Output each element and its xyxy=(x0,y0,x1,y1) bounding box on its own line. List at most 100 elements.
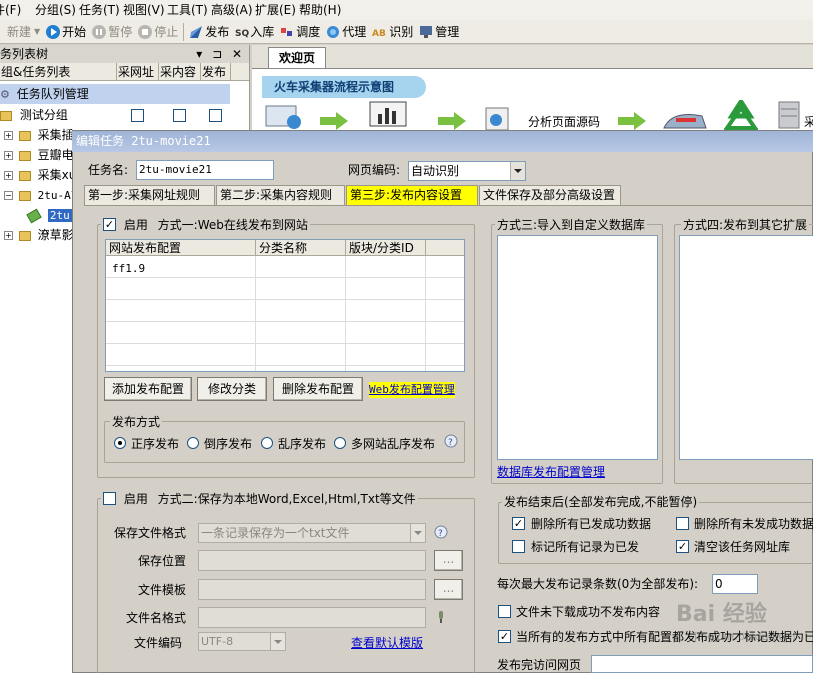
tree-root[interactable]: ⚙ 任务队列管理 xyxy=(0,84,230,104)
file-template-label: 文件模板 xyxy=(138,583,187,597)
chevron-down-icon[interactable] xyxy=(510,162,525,180)
method4-title: 方式四:发布到其它扩展 xyxy=(681,217,810,233)
col-collect-content[interactable]: 采内容 xyxy=(159,63,201,80)
recycle-icon xyxy=(723,97,759,130)
not-downloaded-checkbox[interactable] xyxy=(498,605,511,618)
menu-group[interactable]: 分组(S) xyxy=(34,0,78,20)
database-list[interactable] xyxy=(497,235,658,460)
tree-node[interactable]: + 豆瓣电 xyxy=(4,145,74,165)
tab-step-3[interactable]: 第三步:发布内容设置 xyxy=(346,185,478,205)
web-publish-grid[interactable]: 网站发布配置 分类名称 版块/分类ID ff1.9 xyxy=(105,239,465,372)
proxy-button[interactable]: 代理 xyxy=(323,21,369,43)
edit-category-button[interactable]: 修改分类 xyxy=(197,377,267,401)
radio-reverse[interactable] xyxy=(187,437,199,449)
pin-icon[interactable] xyxy=(436,609,446,625)
browse-location-button[interactable]: ... xyxy=(434,550,463,571)
tree-node[interactable]: + 采集xu xyxy=(4,165,76,185)
file-template-input[interactable] xyxy=(198,579,426,600)
col-checkbox-2[interactable] xyxy=(173,109,186,122)
filename-format-input[interactable] xyxy=(198,607,426,628)
chevron-down-icon: ▼ xyxy=(34,27,41,36)
delete-failed-label: 删除所有未发成功数据 xyxy=(694,517,813,531)
schedule-button[interactable]: 调度 xyxy=(277,21,323,43)
col-site-config[interactable]: 网站发布配置 xyxy=(106,240,256,255)
tree-node-label: 采集插 xyxy=(37,128,74,142)
tab-step-4[interactable]: 文件保存及部分高级设置 xyxy=(479,185,621,205)
method2-enable-checkbox[interactable] xyxy=(103,492,116,505)
import-button[interactable]: SQL 入库 xyxy=(232,21,277,43)
help-icon[interactable]: ? xyxy=(443,434,459,450)
menu-tools[interactable]: 工具(T) xyxy=(166,0,210,20)
toolbar-separator xyxy=(183,22,185,41)
menu-help[interactable]: 帮助(H) xyxy=(298,0,342,20)
database-manage-link[interactable]: 数据库发布配置管理 xyxy=(497,464,605,480)
menu-file[interactable]: 件(F) xyxy=(0,0,34,20)
dialog-title-bar: 编辑任务 2tu-movie21 xyxy=(72,131,813,152)
help-icon[interactable]: ? xyxy=(433,525,449,541)
encoding-select[interactable]: 自动识别 xyxy=(408,161,526,181)
tree-node[interactable]: + 采集插 xyxy=(4,125,74,145)
radio-multi-random[interactable] xyxy=(334,437,346,449)
manage-button[interactable]: 管理 xyxy=(416,21,462,43)
extension-list[interactable] xyxy=(679,235,813,460)
tree-node[interactable]: − 2tu-Al xyxy=(4,185,77,205)
max-records-input[interactable]: 0 xyxy=(712,574,758,594)
database-icon: SQL xyxy=(235,25,255,39)
file-encoding-value: UTF-8 xyxy=(201,635,234,648)
folder-icon xyxy=(18,230,31,241)
default-template-link[interactable]: 查看默认模版 xyxy=(351,635,423,651)
tab-step-2[interactable]: 第二步:采集内容规则 xyxy=(216,185,345,205)
menu-advanced[interactable]: 高级(A) xyxy=(210,0,254,20)
web-publish-manage-link[interactable]: Web发布配置管理 xyxy=(369,382,455,398)
clear-url-checkbox[interactable]: ✓ xyxy=(676,540,689,553)
folder-icon xyxy=(18,130,31,141)
chevron-down-icon[interactable] xyxy=(410,524,425,542)
delete-publish-config-button[interactable]: 删除发布配置 xyxy=(273,377,363,401)
save-location-input[interactable] xyxy=(198,550,426,571)
task-name-input[interactable]: 2tu-movie21 xyxy=(136,160,274,180)
table-row[interactable]: ff1.9 xyxy=(112,261,145,277)
tree-task-label: 2tu xyxy=(47,209,72,222)
tree-group[interactable]: 测试分组 xyxy=(0,105,68,125)
stop-icon xyxy=(138,24,153,39)
pause-button[interactable]: 暂停 xyxy=(89,21,135,43)
all-success-checkbox[interactable]: ✓ xyxy=(498,630,511,643)
after-publish-title: 发布结束后(全部发布完成,不能暂停) xyxy=(502,494,700,510)
col-board-id[interactable]: 版块/分类ID xyxy=(346,240,426,255)
add-publish-config-button[interactable]: 添加发布配置 xyxy=(104,377,192,401)
new-button[interactable]: 新建 ▼ xyxy=(0,21,43,43)
method1-enable-checkbox[interactable]: ✓ xyxy=(103,218,116,231)
publish-button[interactable]: 发布 xyxy=(186,21,232,43)
col-category-name[interactable]: 分类名称 xyxy=(256,240,346,255)
tree-task-selected[interactable]: 2tu xyxy=(26,205,72,225)
svg-text:?: ? xyxy=(438,529,443,539)
col-checkbox-3[interactable] xyxy=(209,109,222,122)
col-task-list[interactable]: 组&任务列表 xyxy=(0,63,117,80)
save-format-select[interactable]: 一条记录保存为一个txt文件 xyxy=(198,523,426,543)
menu-task[interactable]: 任务(T) xyxy=(78,0,122,20)
delete-success-checkbox[interactable]: ✓ xyxy=(512,517,525,530)
expand-icon: + xyxy=(4,231,13,240)
menu-extend[interactable]: 扩展(E) xyxy=(254,0,298,20)
file-encoding-select[interactable]: UTF-8 xyxy=(198,632,286,651)
delete-failed-checkbox[interactable] xyxy=(676,517,689,530)
tab-step-1[interactable]: 第一步:采集网址规则 xyxy=(84,185,215,205)
browse-template-button[interactable]: ... xyxy=(434,579,463,600)
menu-view[interactable]: 视图(V) xyxy=(122,0,166,20)
visit-page-input[interactable] xyxy=(591,655,813,673)
col-checkbox-1[interactable] xyxy=(131,109,144,122)
task-tree-title: 务列表树 ▾ ⊐ ✕ xyxy=(0,45,249,63)
recognize-button[interactable]: AB 识别 xyxy=(369,21,416,43)
tab-welcome[interactable]: 欢迎页 xyxy=(268,47,326,69)
start-button[interactable]: 开始 xyxy=(43,21,89,43)
mark-published-checkbox[interactable] xyxy=(512,540,525,553)
radio-sequential[interactable] xyxy=(114,437,126,449)
tree-node[interactable]: + 潦草影 xyxy=(4,225,74,245)
chevron-down-icon[interactable] xyxy=(270,633,285,650)
pane-controls-icon[interactable]: ▾ ⊐ ✕ xyxy=(196,45,245,63)
col-collect-url[interactable]: 采网址 xyxy=(117,63,159,80)
radio-random[interactable] xyxy=(261,437,273,449)
filename-format-label: 文件名格式 xyxy=(126,611,187,625)
col-publish[interactable]: 发布 xyxy=(201,63,231,80)
stop-button[interactable]: 停止 xyxy=(135,21,181,43)
